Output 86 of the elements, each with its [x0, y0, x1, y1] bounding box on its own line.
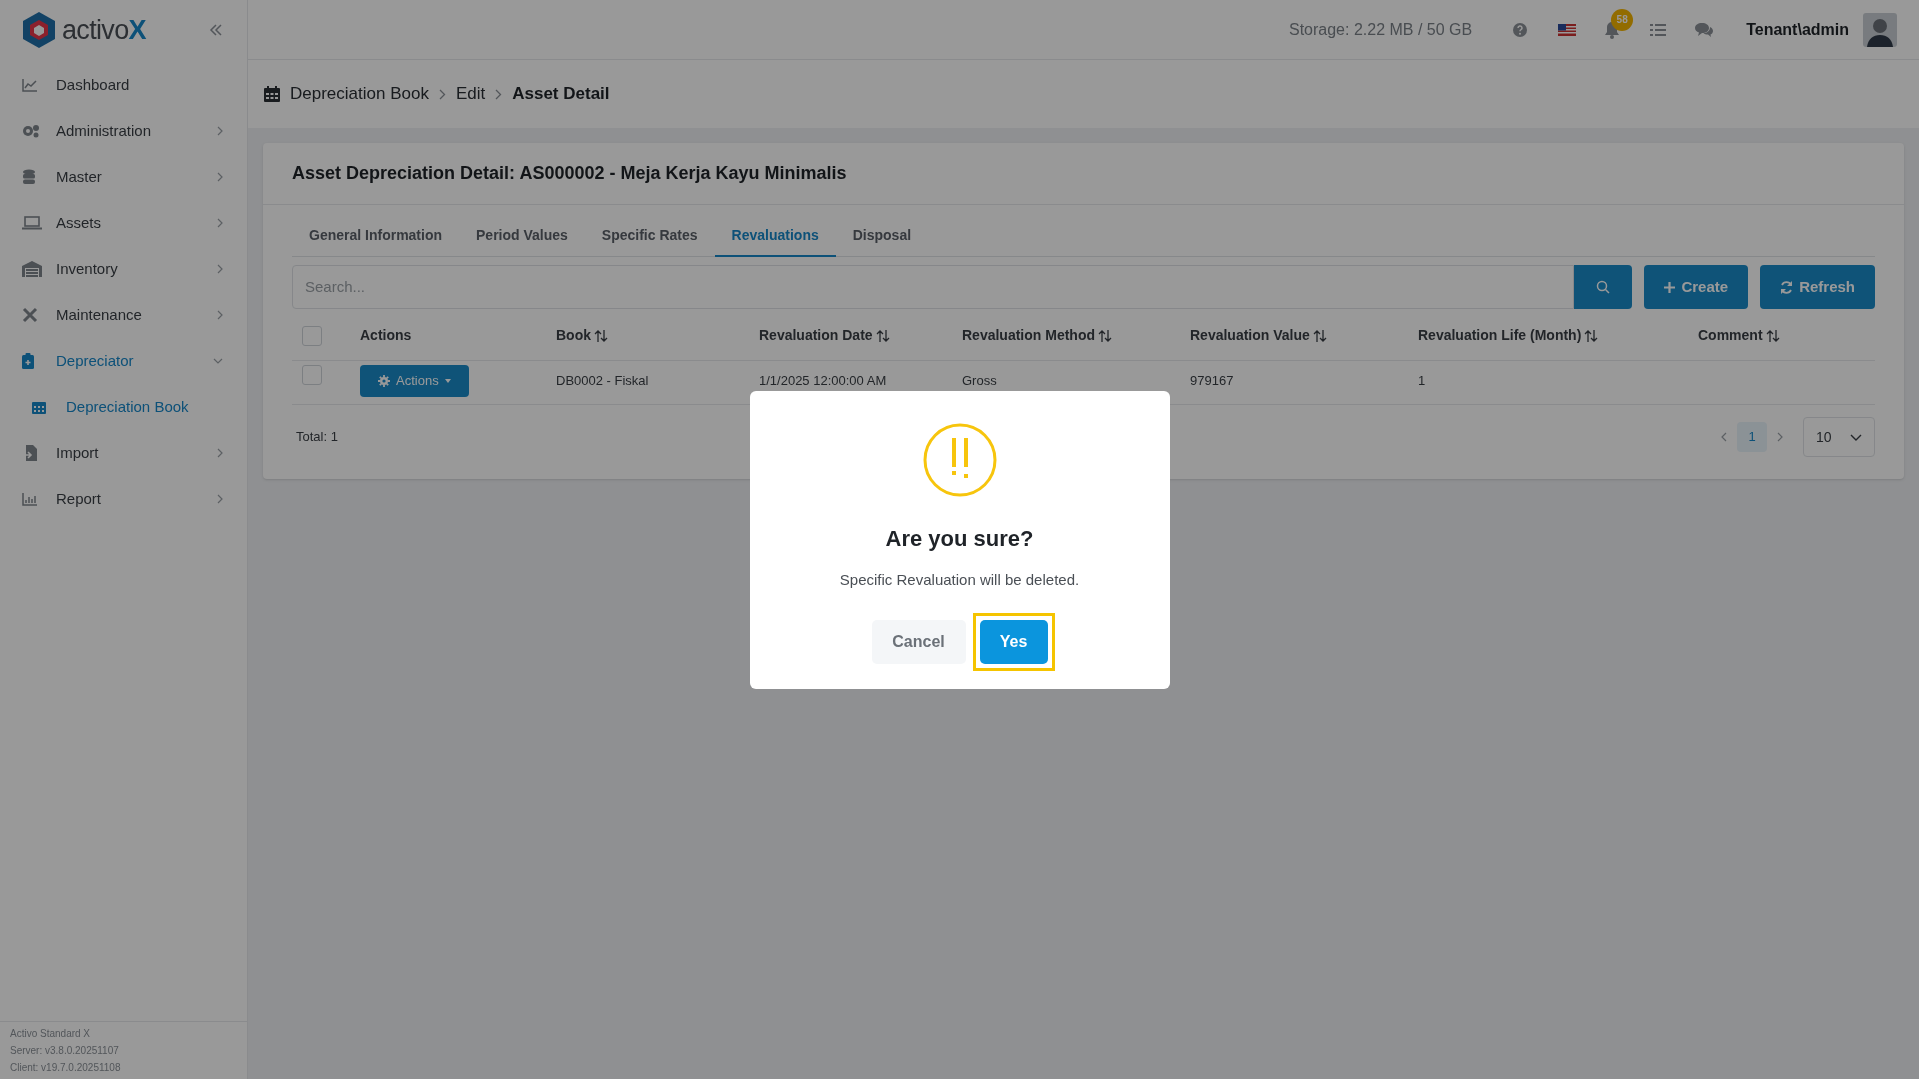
caret-icon — [444, 379, 451, 383]
next-page-icon[interactable] — [1777, 432, 1783, 442]
sort-icon[interactable] — [1098, 328, 1112, 343]
chat-icon[interactable] — [1694, 21, 1715, 38]
column-header[interactable]: Comment — [1698, 325, 1763, 346]
checkbox[interactable] — [302, 325, 322, 346]
bar-chart-icon — [22, 492, 38, 506]
column-header[interactable]: Book — [556, 325, 591, 346]
tab[interactable]: Period Values — [459, 215, 585, 257]
laptop-icon — [22, 216, 42, 230]
logo-icon — [22, 11, 56, 49]
version-info: Activo Standard X — [10, 1027, 92, 1041]
calendar-icon — [32, 400, 46, 414]
breadcrumb-link[interactable]: Asset Detail — [512, 81, 610, 107]
sidebar-item[interactable]: Assets — [0, 200, 247, 246]
breadcrumb-link[interactable]: Edit — [455, 81, 486, 107]
dialog-title: Are you sure? — [885, 525, 1034, 553]
breadcrumb-link[interactable]: Depreciation Book — [290, 81, 429, 107]
search-field[interactable]: Search... — [292, 265, 1575, 309]
flag-icon[interactable] — [1558, 23, 1577, 36]
dialog-message: Specific Revaluation will be deleted. — [839, 570, 1080, 590]
table-cell-text: 979167 — [1190, 372, 1234, 390]
sidebar-item[interactable]: Depreciator — [0, 338, 247, 384]
column-header[interactable]: Revaluation Method — [962, 325, 1095, 346]
sort-icon[interactable] — [594, 328, 608, 343]
create-button[interactable]: Create — [1644, 265, 1749, 309]
storage-usage: Storage: 2.22 MB / 50 GB — [1288, 19, 1473, 40]
column-header[interactable]: Revaluation Value — [1190, 325, 1310, 346]
avatar-icon[interactable] — [1863, 12, 1897, 47]
column-header[interactable]: Revaluation Life (Month) — [1418, 325, 1582, 346]
refresh-icon — [1780, 280, 1794, 294]
column-header[interactable]: Revaluation Date — [759, 325, 873, 346]
sidebar-item[interactable]: Maintenance — [0, 292, 247, 338]
table-cell-text: 1 — [1418, 372, 1426, 390]
sort-icon[interactable] — [875, 328, 890, 343]
version-info: Server: v3.8.0.20251107 — [10, 1044, 120, 1058]
column-header[interactable]: Actions — [360, 325, 412, 346]
actions-button[interactable]: Actions — [360, 365, 469, 397]
confirm-button[interactable]: Yes — [979, 619, 1048, 664]
page-size-select[interactable]: 10 — [1803, 417, 1875, 457]
tab[interactable]: Specific Rates — [584, 215, 715, 257]
sort-icon[interactable] — [1312, 328, 1327, 343]
collapse-icon[interactable] — [209, 24, 223, 36]
list-icon[interactable] — [1650, 22, 1667, 37]
database-icon — [22, 169, 36, 185]
sidebar-item[interactable]: Inventory — [0, 246, 247, 292]
table-cell-text: DB0002 - Fiskal — [556, 372, 649, 390]
sort-icon[interactable] — [1584, 328, 1599, 343]
tab[interactable]: Revaluations — [714, 215, 836, 257]
search-button[interactable] — [1574, 265, 1633, 309]
logo-text: activoX — [62, 13, 146, 47]
chevron-icon — [495, 88, 503, 100]
plus-icon — [1664, 281, 1676, 293]
tab[interactable]: Disposal — [835, 215, 929, 257]
gear-icon — [378, 375, 390, 387]
clipboard-icon — [22, 353, 34, 369]
warning-icon — [922, 423, 997, 497]
calendar-icon — [264, 86, 280, 102]
sidebar-item[interactable]: Report — [0, 476, 247, 522]
chevron-icon — [438, 88, 446, 100]
user-name[interactable]: Tenant\admin — [1746, 17, 1849, 42]
table-cell-text: Gross — [962, 372, 997, 390]
sort-icon[interactable] — [1765, 328, 1780, 343]
help-icon[interactable] — [1512, 21, 1529, 38]
notification-badge: 58 — [1611, 8, 1634, 31]
tab[interactable]: General Information — [292, 215, 460, 257]
sidebar-item[interactable]: Administration — [0, 108, 247, 154]
chart-icon — [22, 78, 38, 92]
card-title: Asset Depreciation Detail: AS000002 - Meja Kerja Kayu Minimalis — [292, 162, 847, 185]
refresh-button[interactable]: Refresh — [1760, 265, 1875, 309]
table-cell-text: 1/1/2025 12:00:00 AM — [759, 372, 887, 390]
sidebar-item[interactable]: Dashboard — [0, 62, 247, 108]
total-count: Total: 1 — [296, 428, 338, 447]
checkbox[interactable] — [302, 365, 322, 385]
sidebar-subitem[interactable]: Depreciation Book — [0, 384, 247, 430]
search-icon — [1596, 280, 1611, 294]
chevron-icon — [1850, 433, 1862, 441]
gears-icon — [22, 124, 40, 138]
tools-icon — [22, 307, 38, 323]
version-info: Client: v19.7.0.20251108 — [10, 1061, 122, 1075]
sidebar-item[interactable]: Master — [0, 154, 247, 200]
previous-page-icon[interactable] — [1721, 432, 1727, 442]
cancel-button[interactable]: Cancel — [871, 619, 966, 664]
sidebar-item[interactable]: Import — [0, 430, 247, 476]
warehouse-icon — [22, 261, 42, 277]
page-button[interactable]: 1 — [1737, 422, 1767, 452]
